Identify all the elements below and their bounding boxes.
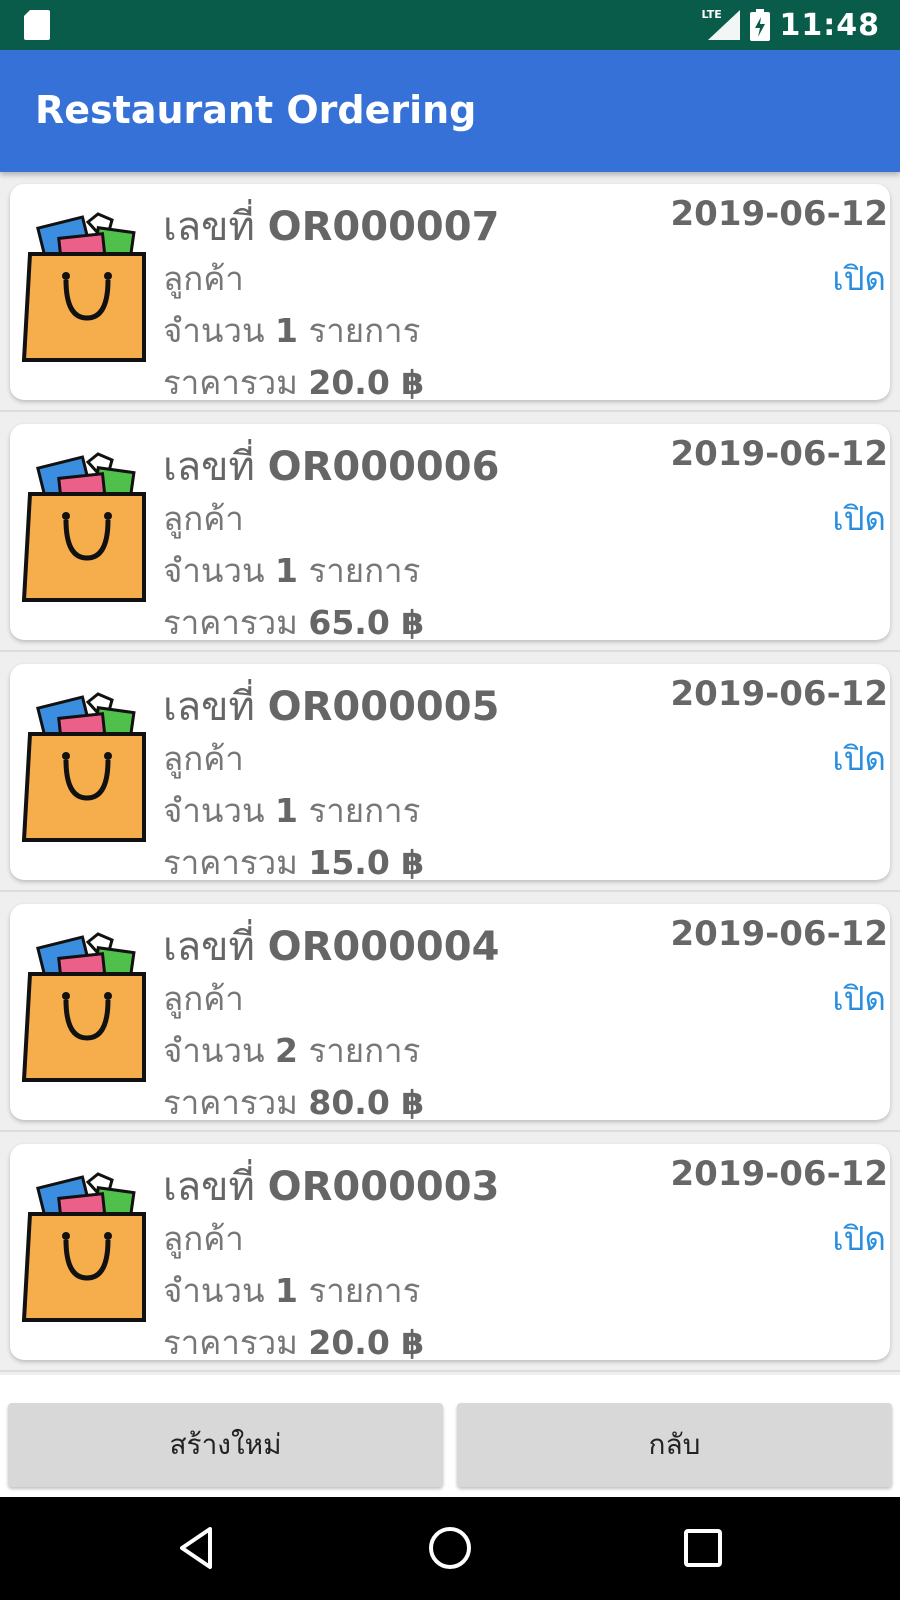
- order-list[interactable]: เลขที่ OR000007 ลูกค้า จำนวน 1 รายการ รา…: [0, 172, 900, 1375]
- app-bar: Restaurant Ordering: [0, 50, 900, 172]
- status-time: 11:48: [779, 7, 880, 43]
- order-card[interactable]: เลขที่ OR000004 ลูกค้า จำนวน 2 รายการ รา…: [10, 904, 890, 1122]
- recents-square-icon[interactable]: [678, 1523, 728, 1573]
- order-total: ราคารวม 20.0 ฿: [163, 1323, 425, 1362]
- order-status: เปิด: [832, 1219, 886, 1258]
- shopping-bag-icon: [22, 692, 146, 842]
- new-order-button[interactable]: สร้างใหม่: [8, 1403, 443, 1487]
- order-row[interactable]: เลขที่ OR000003 ลูกค้า จำนวน 1 รายการ รา…: [0, 1132, 900, 1372]
- order-card[interactable]: เลขที่ OR000007 ลูกค้า จำนวน 1 รายการ รา…: [10, 184, 890, 402]
- order-row[interactable]: เลขที่ OR000004 ลูกค้า จำนวน 2 รายการ รา…: [0, 892, 900, 1132]
- app-title: Restaurant Ordering: [35, 88, 477, 132]
- order-status: เปิด: [832, 499, 886, 538]
- order-customer: ลูกค้า: [163, 739, 244, 778]
- order-total: ราคารวม 15.0 ฿: [163, 843, 425, 882]
- sd-card-icon: [24, 10, 50, 40]
- shopping-bag-icon: [22, 1172, 146, 1322]
- signal-icon: LTE: [701, 8, 740, 40]
- order-card[interactable]: เลขที่ OR000006 ลูกค้า จำนวน 1 รายการ รา…: [10, 424, 890, 642]
- order-date: 2019-06-12: [670, 914, 888, 954]
- order-customer: ลูกค้า: [163, 1219, 244, 1258]
- back-button[interactable]: กลับ: [457, 1403, 892, 1487]
- order-row[interactable]: เลขที่ OR000006 ลูกค้า จำนวน 1 รายการ รา…: [0, 412, 900, 652]
- order-quantity: จำนวน 1 รายการ: [163, 311, 421, 350]
- order-row[interactable]: เลขที่ OR000005 ลูกค้า จำนวน 1 รายการ รา…: [0, 652, 900, 892]
- order-date: 2019-06-12: [670, 674, 888, 714]
- order-number: เลขที่ OR000004: [163, 924, 500, 970]
- order-row[interactable]: เลขที่ OR000007 ลูกค้า จำนวน 1 รายการ รา…: [0, 172, 900, 412]
- order-quantity: จำนวน 1 รายการ: [163, 551, 421, 590]
- order-total: ราคารวม 20.0 ฿: [163, 363, 425, 402]
- order-quantity: จำนวน 1 รายการ: [163, 791, 421, 830]
- order-customer: ลูกค้า: [163, 499, 244, 538]
- order-card[interactable]: เลขที่ OR000003 ลูกค้า จำนวน 1 รายการ รา…: [10, 1144, 890, 1362]
- back-triangle-icon[interactable]: [172, 1523, 222, 1573]
- shopping-bag-icon: [22, 452, 146, 602]
- order-customer: ลูกค้า: [163, 259, 244, 298]
- order-total: ราคารวม 80.0 ฿: [163, 1083, 425, 1122]
- order-status: เปิด: [832, 979, 886, 1018]
- status-bar: LTE 11:48: [0, 0, 900, 50]
- order-total: ราคารวม 65.0 ฿: [163, 603, 425, 642]
- order-status: เปิด: [832, 259, 886, 298]
- home-circle-icon[interactable]: [425, 1523, 475, 1573]
- order-number: เลขที่ OR000005: [163, 684, 500, 730]
- shopping-bag-icon: [22, 212, 146, 362]
- order-date: 2019-06-12: [670, 194, 888, 234]
- action-bar: สร้างใหม่ กลับ: [0, 1375, 900, 1497]
- battery-charging-icon: [749, 9, 770, 41]
- order-customer: ลูกค้า: [163, 979, 244, 1018]
- order-number: เลขที่ OR000006: [163, 444, 500, 490]
- status-indicators: LTE 11:48: [702, 8, 881, 43]
- order-quantity: จำนวน 2 รายการ: [163, 1031, 421, 1070]
- order-number: เลขที่ OR000007: [163, 204, 500, 250]
- order-number: เลขที่ OR000003: [163, 1164, 500, 1210]
- order-card[interactable]: เลขที่ OR000005 ลูกค้า จำนวน 1 รายการ รา…: [10, 664, 890, 882]
- order-status: เปิด: [832, 739, 886, 778]
- shopping-bag-icon: [22, 932, 146, 1082]
- order-quantity: จำนวน 1 รายการ: [163, 1271, 421, 1310]
- system-nav-bar: [0, 1497, 900, 1600]
- signal-label: LTE: [701, 8, 722, 21]
- order-date: 2019-06-12: [670, 1154, 888, 1194]
- order-date: 2019-06-12: [670, 434, 888, 474]
